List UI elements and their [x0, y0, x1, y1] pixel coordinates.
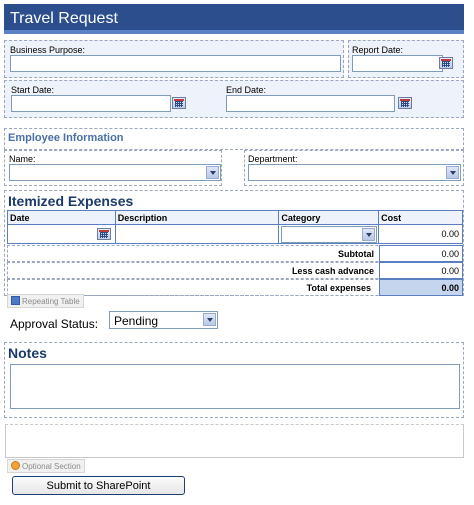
cost-cell[interactable]: 0.00: [378, 224, 463, 244]
cash-advance-input[interactable]: 0.00: [379, 262, 463, 279]
description-cell[interactable]: [114, 224, 280, 244]
add-section-icon: [11, 461, 20, 470]
column-header-description: Description: [114, 210, 280, 225]
employee-section-title: Employee Information: [8, 132, 124, 144]
chevron-down-icon[interactable]: [446, 166, 459, 179]
calendar-icon[interactable]: [172, 97, 186, 109]
total-expenses-value: 0.00: [379, 279, 463, 296]
table-row: 0.00: [7, 224, 463, 244]
notes-textarea[interactable]: [10, 364, 460, 409]
form-title: Travel Request: [4, 4, 464, 34]
optional-section-tag[interactable]: Optional Section: [7, 459, 85, 473]
column-header-date: Date: [7, 210, 116, 225]
end-date-input[interactable]: [226, 95, 395, 112]
column-header-cost: Cost: [378, 210, 463, 225]
start-date-input[interactable]: [11, 95, 171, 112]
start-date-label: Start Date:: [11, 85, 55, 95]
approval-status-dropdown[interactable]: Pending: [109, 311, 218, 329]
calendar-icon[interactable]: [439, 57, 453, 69]
department-label: Department:: [248, 154, 298, 164]
calendar-icon[interactable]: [96, 228, 111, 240]
total-expenses-label: Total expenses: [306, 283, 371, 293]
cash-advance-label: Less cash advance: [291, 266, 374, 276]
repeating-table-tag: Repeating Table: [7, 294, 84, 308]
date-cell[interactable]: [7, 224, 116, 244]
chevron-down-icon[interactable]: [206, 166, 219, 179]
expenses-title: Itemized Expenses: [8, 193, 134, 209]
category-cell[interactable]: [278, 224, 380, 244]
approval-status-value: Pending: [114, 314, 159, 328]
category-dropdown[interactable]: [281, 226, 378, 243]
approval-status-label: Approval Status:: [10, 317, 99, 331]
column-header-category: Category: [278, 210, 380, 225]
expenses-table: Date Description Category Cost 0.00: [7, 210, 463, 244]
chevron-down-icon[interactable]: [203, 313, 216, 326]
notes-title: Notes: [8, 345, 47, 361]
subtotal-value: 0.00: [379, 245, 463, 262]
subtotal-label: Subtotal: [338, 249, 374, 259]
calendar-icon[interactable]: [398, 97, 412, 109]
table-icon: [11, 296, 20, 305]
department-dropdown[interactable]: [248, 164, 461, 181]
report-date-input[interactable]: [352, 55, 443, 72]
end-date-label: End Date:: [226, 85, 267, 95]
optional-section[interactable]: [5, 424, 464, 458]
name-dropdown[interactable]: [9, 164, 221, 181]
business-purpose-label: Business Purpose:: [10, 45, 86, 55]
submit-button[interactable]: Submit to SharePoint: [12, 476, 185, 495]
travel-request-form: Travel Request Business Purpose: Report …: [4, 4, 464, 495]
report-date-label: Report Date:: [352, 45, 404, 55]
chevron-down-icon[interactable]: [362, 228, 376, 241]
name-label: Name:: [9, 154, 36, 164]
business-purpose-input[interactable]: [10, 55, 341, 72]
